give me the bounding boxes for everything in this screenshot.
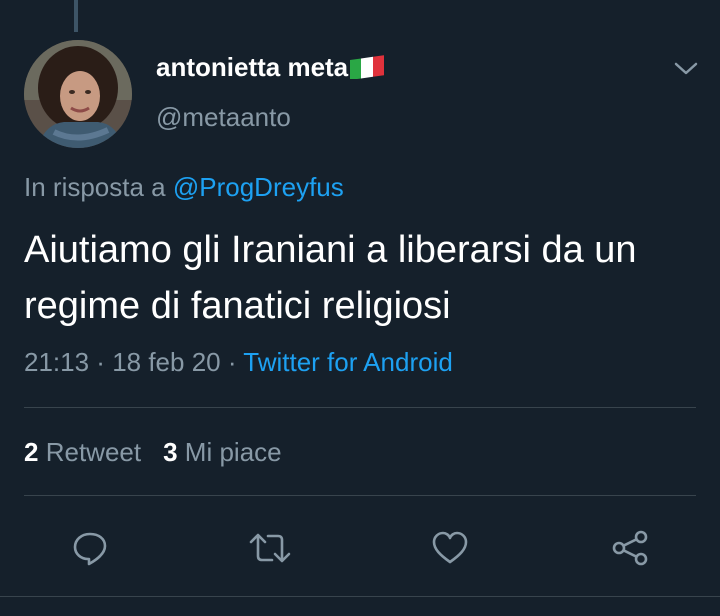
- reply-icon: [73, 532, 107, 566]
- heart-icon: [432, 531, 468, 564]
- reply-prefix: In risposta a: [24, 172, 173, 202]
- retweet-count: 2: [24, 437, 39, 467]
- like-button[interactable]: [428, 526, 472, 570]
- tweet-metadata: 21:13 · 18 feb 20 · Twitter for Android: [24, 347, 453, 378]
- meta-separator: ·: [220, 347, 244, 377]
- divider: [0, 596, 720, 597]
- reply-button[interactable]: [68, 526, 112, 570]
- like-count: 3: [163, 437, 178, 467]
- tweet-source-link[interactable]: Twitter for Android: [243, 347, 453, 377]
- reply-mention-link[interactable]: @ProgDreyfus: [173, 172, 344, 202]
- retweet-button[interactable]: [248, 526, 292, 570]
- retweet-label: Retweet: [45, 437, 142, 467]
- tweet-text: Aiutiamo gli Iraniani a liberarsi da un …: [24, 229, 637, 327]
- thread-connector-line: [74, 0, 78, 32]
- author-display-name[interactable]: antonietta meta: [156, 52, 385, 83]
- like-label: Mi piace: [184, 437, 282, 467]
- like-stat[interactable]: 3 Mi piace: [163, 437, 282, 468]
- chevron-down-icon[interactable]: [672, 56, 700, 80]
- retweet-icon: [249, 533, 291, 563]
- share-icon: [612, 530, 648, 566]
- reply-context: In risposta a @ProgDreyfus: [24, 172, 344, 203]
- avatar-image: [24, 40, 132, 148]
- retweet-stat[interactable]: 2 Retweet: [24, 437, 141, 468]
- author-handle[interactable]: @metaanto: [156, 102, 291, 133]
- divider: [24, 495, 696, 496]
- tweet-date: 18 feb 20: [112, 347, 221, 377]
- tweet-time: 21:13: [24, 347, 90, 377]
- tweet-stats: 2 Retweet 3 Mi piace: [24, 437, 304, 468]
- avatar[interactable]: [24, 40, 132, 148]
- italy-flag-icon: [350, 55, 385, 80]
- tweet-actions-bar: [0, 520, 720, 572]
- meta-separator: ·: [89, 347, 113, 377]
- share-button[interactable]: [608, 526, 652, 570]
- divider: [24, 407, 696, 408]
